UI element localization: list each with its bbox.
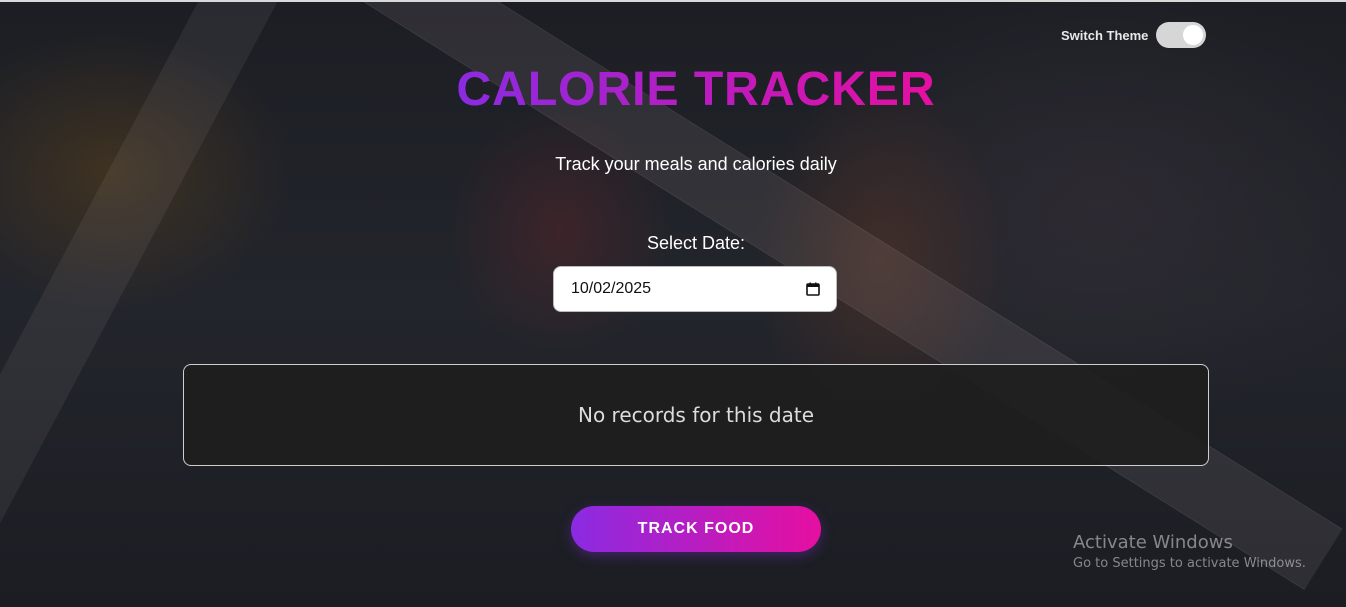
watermark-title: Activate Windows <box>1073 532 1233 553</box>
page-title: CALORIE TRACKER <box>0 62 1346 117</box>
watermark-subtitle: Go to Settings to activate Windows. <box>1073 556 1306 571</box>
date-value: 10/02/2025 <box>571 280 652 297</box>
windows-activation-watermark: Activate Windows Go to Settings to activ… <box>1073 532 1306 571</box>
page-title-text: CALORIE TRACKER <box>456 63 936 116</box>
top-border <box>0 0 1346 2</box>
theme-switch: Switch Theme <box>1061 22 1207 48</box>
empty-records-message: No records for this date <box>577 403 815 427</box>
date-input[interactable]: 10/02/2025 <box>553 266 837 312</box>
theme-toggle-knob <box>1183 25 1204 45</box>
page-subtitle: Track your meals and calories daily <box>555 154 837 174</box>
date-label: Select Date: <box>646 233 746 253</box>
app-page: Switch Theme CALORIE TRACKER Track your … <box>0 0 1346 607</box>
theme-toggle[interactable] <box>1156 22 1207 48</box>
theme-switch-label: Switch Theme <box>1061 27 1149 43</box>
calendar-icon[interactable] <box>806 282 820 296</box>
records-panel: No records for this date <box>183 364 1209 466</box>
track-food-button[interactable]: TRACK FOOD <box>571 506 821 552</box>
